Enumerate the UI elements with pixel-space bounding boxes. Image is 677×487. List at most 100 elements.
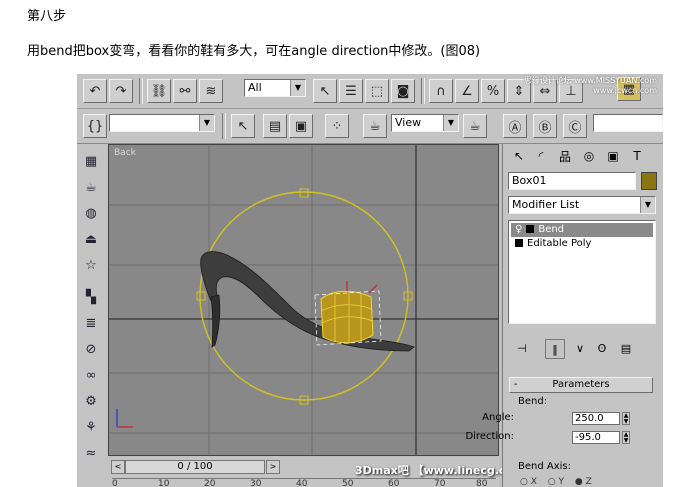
expand-icon[interactable] [526,225,535,233]
bulb-icon[interactable]: ♀ [515,224,522,235]
modifier-stack: ♀ Bend Editable Poly [508,220,656,324]
ruler-tick: 60 [388,479,400,487]
axis-radio-y[interactable]: ○ Y [548,477,564,487]
select-by-name-icon[interactable]: ☰ [339,79,363,103]
view-dropdown[interactable]: View ▼ [391,114,459,132]
view-value: View [395,116,422,129]
object-color-swatch[interactable] [641,172,657,190]
snap-icon[interactable]: ∩ [429,79,453,103]
configure-sets-icon[interactable]: ▤ [617,339,635,357]
object-name-field[interactable]: Box01 [508,172,636,190]
make-unique-icon[interactable]: ∨ [571,339,589,357]
modify-icon[interactable]: ◜ [531,147,551,165]
gizmo-handle-top[interactable] [299,188,309,198]
toolbar-separator [222,113,226,139]
sphere-icon[interactable]: ◍ [80,202,102,224]
selection-filter-dropdown[interactable]: All ▼ [244,79,306,97]
motion-icon[interactable]: ◎ [579,147,599,165]
ruler-tick: 40 [296,479,308,487]
cone-icon[interactable]: ⏏ [80,228,102,250]
object-name-value: Box01 [512,174,547,187]
ruler-tick: 50 [342,479,354,487]
utilities-icon[interactable]: T [627,147,647,165]
stack-icon[interactable]: ≣ [80,312,102,334]
axis-radio-x[interactable]: ○ X [520,477,537,487]
show-end-result-icon[interactable]: ‖ [545,339,565,359]
axis-radio-z[interactable]: ● Z [575,477,592,487]
angle-spinner[interactable]: ▲ ▼ [622,412,630,425]
named-selection-dropdown[interactable]: ▼ [109,114,215,132]
render-type-field[interactable] [593,114,663,132]
rollout-title: Parameters [552,379,610,390]
chevron-down-icon: ▼ [290,80,305,96]
teapot-a-icon[interactable]: Ⓐ [503,114,527,138]
time-slider[interactable]: 0 / 100 [125,460,265,474]
gear-icon[interactable]: ⚙ [80,390,102,412]
frame-indicator: 0 / 100 [177,461,213,472]
direction-spinner[interactable]: ▲ ▼ [622,431,630,444]
teapot-b-icon[interactable]: Ⓑ [533,114,557,138]
command-panel-tabs: ↖ ◜ 品 ◎ ▣ T [507,147,661,167]
display-icon[interactable]: ▣ [603,147,623,165]
ruler-tick: 80 [476,479,488,487]
plane-icon[interactable]: ≈ [80,442,102,464]
teapot-icon[interactable]: ☕ [80,176,102,198]
plant-icon[interactable]: ⚘ [80,416,102,438]
pin-stack-icon[interactable]: ⊣ [513,339,531,357]
toolbar-separator [139,78,143,104]
link-icon[interactable]: ⛓ [147,79,171,103]
bend-gizmo-circle [199,191,409,401]
shoe-model [200,251,415,352]
rollout-header[interactable]: - Parameters [509,377,653,393]
stack-item-bend[interactable]: ♀ Bend [511,223,653,237]
redo-icon[interactable]: ↷ [109,79,133,103]
render-setup-icon[interactable]: ☕ [363,114,387,138]
percent-snap-icon[interactable]: % [481,79,505,103]
modifier-list-dropdown[interactable]: Modifier List ▼ [508,196,656,214]
gizmo-handle-left[interactable] [196,291,206,301]
chevron-right-icon[interactable]: > [266,460,280,474]
watermark-top-line2: www.jcwcn.com [593,86,657,95]
window-crossing-icon[interactable]: ◙ [391,79,415,103]
bend-axis-options: ○ X ○ Y ● Z [520,477,592,487]
ruler-tick: 30 [250,479,262,487]
collapse-icon: - [514,379,518,390]
remove-modifier-icon[interactable]: ʘ [593,339,611,357]
secondary-toolbar: {} ▼ ↖ ▤ ▣ ⁘ ☕ View ▼ ☕ Ⓐ Ⓑ Ⓒ [77,109,663,144]
schematic-view-icon[interactable]: ▣ [289,114,313,138]
rect-region-icon[interactable]: ⬚ [365,79,389,103]
select-cursor-icon[interactable]: ↖ [231,114,255,138]
select-pointer-icon[interactable]: ↖ [313,79,337,103]
stack-item-label: Editable Poly [527,238,592,249]
expand-icon[interactable] [515,239,523,247]
ruler-tick: 0 [112,479,118,487]
angle-field[interactable]: 250.0 [572,412,620,425]
selection-filter-value: All [248,81,262,94]
axis-y-label: Y [558,477,564,487]
unlink-icon[interactable]: ⚯ [173,79,197,103]
teapot-c-icon[interactable]: Ⓒ [563,114,587,138]
hierarchy-icon[interactable]: 品 [555,147,575,165]
chevron-left-icon[interactable]: < [111,460,125,474]
material-editor-icon[interactable]: ⁘ [325,114,349,138]
watermark-top: 思缘设计论坛 www.MISSYUAN.com www.jcwcn.com [524,76,657,96]
patch-icon[interactable]: ▚ [80,286,102,308]
ruler-tick: 10 [158,479,170,487]
back-viewport[interactable]: Back [108,144,499,456]
timeline-ruler[interactable]: 0 10 20 30 40 50 60 70 80 [112,478,496,487]
star-icon[interactable]: ☆ [80,254,102,276]
undo-icon[interactable]: ↶ [83,79,107,103]
angle-snap-icon[interactable]: ∠ [455,79,479,103]
quick-render-icon[interactable]: ☕ [463,114,487,138]
stack-item-editable-poly[interactable]: Editable Poly [511,237,653,251]
box-icon[interactable]: ▦ [80,150,102,172]
bend-axis-label: Bend Axis: [518,461,571,472]
direction-field[interactable]: -95.0 [572,431,620,444]
named-selection-icon[interactable]: {} [83,114,107,138]
layer-manager-icon[interactable]: ▤ [263,114,287,138]
capsule-icon[interactable]: ⊘ [80,338,102,360]
bind-spacewarp-icon[interactable]: ≋ [199,79,223,103]
torus-knot-icon[interactable]: ∞ [80,364,102,386]
direction-label: Direction: [465,431,514,442]
create-icon[interactable]: ↖ [509,147,529,165]
